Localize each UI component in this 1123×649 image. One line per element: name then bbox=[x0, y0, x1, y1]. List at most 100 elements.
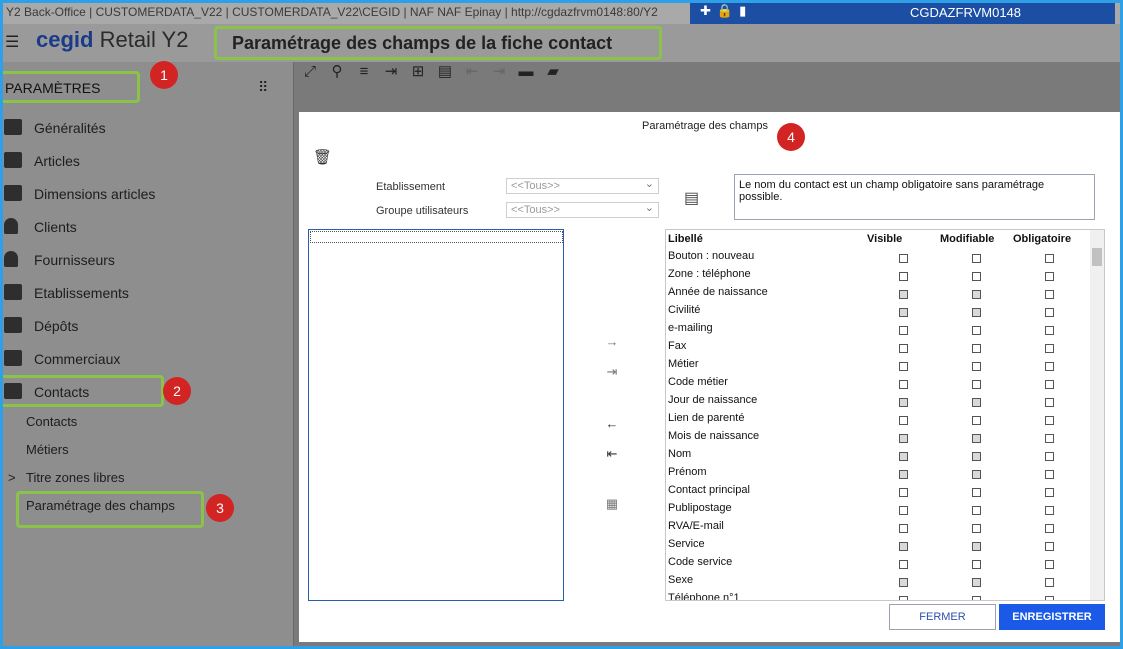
visible-checkbox[interactable] bbox=[899, 578, 908, 587]
visible-checkbox[interactable] bbox=[899, 254, 908, 263]
list-icon[interactable]: ▤ bbox=[433, 62, 457, 82]
visible-checkbox[interactable] bbox=[899, 344, 908, 353]
close-button[interactable]: FERMER bbox=[889, 604, 996, 630]
obligatoire-checkbox[interactable] bbox=[1045, 596, 1054, 600]
visible-checkbox[interactable] bbox=[899, 470, 908, 479]
modifiable-checkbox[interactable] bbox=[972, 398, 981, 407]
table-row[interactable]: Civilité bbox=[666, 302, 1090, 320]
sidebar-item-contacts[interactable]: Contacts bbox=[0, 375, 164, 407]
modifiable-checkbox[interactable] bbox=[972, 308, 981, 317]
modifiable-checkbox[interactable] bbox=[972, 362, 981, 371]
obligatoire-checkbox[interactable] bbox=[1045, 524, 1054, 533]
table-row[interactable]: Bouton : nouveau bbox=[666, 248, 1090, 266]
modifiable-checkbox[interactable] bbox=[972, 596, 981, 600]
subitem-titre-zones-libres[interactable]: Titre zones libres bbox=[26, 470, 125, 485]
subitem-parametrage-champs[interactable]: Paramétrage des champs bbox=[26, 498, 175, 513]
move-icon[interactable]: ⇥ bbox=[487, 62, 511, 82]
obligatoire-checkbox[interactable] bbox=[1045, 326, 1054, 335]
table-row[interactable]: Publipostage bbox=[666, 500, 1090, 518]
edit-list-icon[interactable]: ≡ bbox=[352, 63, 376, 83]
table-row[interactable]: Téléphone n°1 bbox=[666, 590, 1090, 600]
obligatoire-checkbox[interactable] bbox=[1045, 452, 1054, 461]
modifiable-checkbox[interactable] bbox=[972, 560, 981, 569]
arrow-right-icon[interactable]: → bbox=[602, 334, 622, 349]
obligatoire-checkbox[interactable] bbox=[1045, 344, 1054, 353]
import-icon[interactable]: ⇤ bbox=[460, 62, 484, 82]
modifiable-checkbox[interactable] bbox=[972, 254, 981, 263]
sidebar-item-commerciaux[interactable]: Commerciaux bbox=[0, 344, 293, 374]
obligatoire-checkbox[interactable] bbox=[1045, 362, 1054, 371]
sidebar-item-fournisseurs[interactable]: Fournisseurs bbox=[0, 245, 293, 275]
visible-checkbox[interactable] bbox=[899, 380, 908, 389]
modifiable-checkbox[interactable] bbox=[972, 524, 981, 533]
table-row[interactable]: Mois de naissance bbox=[666, 428, 1090, 446]
scrollbar-thumb[interactable] bbox=[1092, 248, 1102, 266]
obligatoire-checkbox[interactable] bbox=[1045, 308, 1054, 317]
modifiable-checkbox[interactable] bbox=[972, 290, 981, 299]
sidebar-item-generalites[interactable]: Généralités bbox=[0, 113, 293, 143]
list-details-icon[interactable]: ▤ bbox=[684, 188, 699, 208]
selected-fields-list[interactable] bbox=[308, 229, 564, 601]
sidebar-item-depots[interactable]: Dépôts bbox=[0, 311, 293, 341]
add-list-icon[interactable]: ⊞ bbox=[406, 62, 430, 82]
table-row[interactable]: Prénom bbox=[666, 464, 1090, 482]
folder-icon[interactable]: ▰ bbox=[541, 62, 565, 82]
modifiable-checkbox[interactable] bbox=[972, 452, 981, 461]
hamburger-menu-icon[interactable]: ☰ bbox=[5, 32, 19, 52]
obligatoire-checkbox[interactable] bbox=[1045, 272, 1054, 281]
export-icon[interactable]: ⇥ bbox=[379, 62, 403, 82]
obligatoire-checkbox[interactable] bbox=[1045, 506, 1054, 515]
modifiable-checkbox[interactable] bbox=[972, 434, 981, 443]
visible-checkbox[interactable] bbox=[899, 416, 908, 425]
modifiable-checkbox[interactable] bbox=[972, 326, 981, 335]
visible-checkbox[interactable] bbox=[899, 362, 908, 371]
visible-checkbox[interactable] bbox=[899, 488, 908, 497]
modifiable-checkbox[interactable] bbox=[972, 272, 981, 281]
obligatoire-checkbox[interactable] bbox=[1045, 434, 1054, 443]
modifiable-checkbox[interactable] bbox=[972, 416, 981, 425]
sidebar-item-articles[interactable]: Articles bbox=[0, 146, 293, 176]
obligatoire-checkbox[interactable] bbox=[1045, 578, 1054, 587]
table-row[interactable]: Code service bbox=[666, 554, 1090, 572]
table-row[interactable]: Code métier bbox=[666, 374, 1090, 392]
table-row[interactable]: Métier bbox=[666, 356, 1090, 374]
obligatoire-checkbox[interactable] bbox=[1045, 560, 1054, 569]
obligatoire-checkbox[interactable] bbox=[1045, 416, 1054, 425]
calculator-icon[interactable]: ▦ bbox=[602, 496, 622, 512]
table-row[interactable]: Fax bbox=[666, 338, 1090, 356]
move-all-left-icon[interactable]: ⇤ bbox=[602, 446, 622, 462]
rdp-icons[interactable]: ✚🔒▮ bbox=[700, 3, 752, 19]
obligatoire-checkbox[interactable] bbox=[1045, 470, 1054, 479]
expand-icon[interactable]: ⤢ bbox=[298, 63, 322, 83]
modifiable-checkbox[interactable] bbox=[972, 542, 981, 551]
modifiable-checkbox[interactable] bbox=[972, 380, 981, 389]
table-row[interactable]: e-mailing bbox=[666, 320, 1090, 338]
move-all-right-icon[interactable]: ⇥ bbox=[602, 364, 622, 380]
visible-checkbox[interactable] bbox=[899, 308, 908, 317]
visible-checkbox[interactable] bbox=[899, 596, 908, 600]
arrow-left-icon[interactable]: ← bbox=[602, 416, 622, 431]
table-row[interactable]: Année de naissance bbox=[666, 284, 1090, 302]
obligatoire-checkbox[interactable] bbox=[1045, 398, 1054, 407]
visible-checkbox[interactable] bbox=[899, 542, 908, 551]
modifiable-checkbox[interactable] bbox=[972, 578, 981, 587]
modifiable-checkbox[interactable] bbox=[972, 344, 981, 353]
subitem-contacts[interactable]: Contacts bbox=[26, 414, 77, 429]
visible-checkbox[interactable] bbox=[899, 326, 908, 335]
table-scrollbar[interactable] bbox=[1090, 230, 1104, 600]
obligatoire-checkbox[interactable] bbox=[1045, 290, 1054, 299]
binoculars-icon[interactable]: ⚲ bbox=[325, 62, 349, 82]
table-row[interactable]: Sexe bbox=[666, 572, 1090, 590]
table-row[interactable]: Contact principal bbox=[666, 482, 1090, 500]
trash-icon[interactable]: 🗑 bbox=[313, 148, 332, 166]
etablissement-select[interactable]: <<Tous>> bbox=[506, 177, 659, 194]
visible-checkbox[interactable] bbox=[899, 272, 908, 281]
sidebar-item-dimensions[interactable]: Dimensions articles bbox=[0, 179, 293, 209]
modifiable-checkbox[interactable] bbox=[972, 506, 981, 515]
visible-checkbox[interactable] bbox=[899, 290, 908, 299]
groupe-select[interactable]: <<Tous>> bbox=[506, 201, 659, 218]
visible-checkbox[interactable] bbox=[899, 398, 908, 407]
modifiable-checkbox[interactable] bbox=[972, 470, 981, 479]
table-row[interactable]: Jour de naissance bbox=[666, 392, 1090, 410]
table-row[interactable]: Nom bbox=[666, 446, 1090, 464]
